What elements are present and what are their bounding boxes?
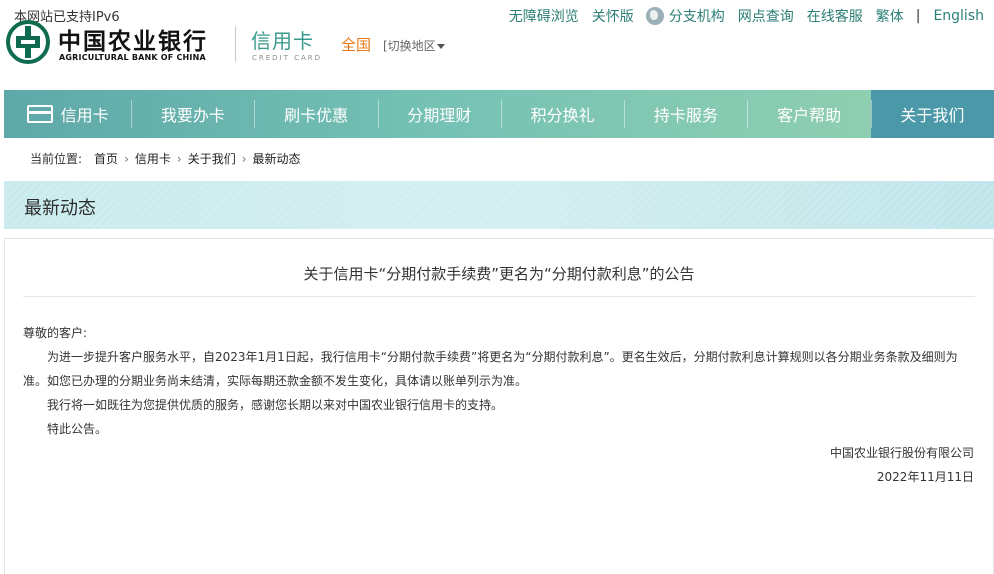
page: 本网站已支持IPv6 中国农业银行 AGRICULTURAL BANK OF C… [0,0,994,574]
top-links: 无障碍浏览 关怀版 分支机构 网点查询 在线客服 繁体 | English [496,6,984,26]
link-separator: | [915,8,921,24]
nav-item-installments[interactable]: 分期理财 [377,90,501,138]
breadcrumb-about-us[interactable]: 关于我们 [188,150,236,167]
caret-down-icon [436,44,445,49]
chevron-right-icon: › [176,151,182,166]
article-date: 2022年11月11日 [876,470,974,484]
nav-item-label: 信用卡 [60,106,109,125]
logo-divider [235,26,236,62]
abc-logo-icon [6,20,50,64]
nav-item-label: 持卡服务 [653,106,718,125]
logo-chinese-name: 中国农业银行 [58,28,208,55]
chevron-right-icon: › [124,151,129,166]
region-switch-label: [切换地区 [383,39,436,53]
nav-item-credit-card[interactable]: 信用卡 [4,90,131,138]
nav-item-label: 关于我们 [900,106,965,125]
breadcrumb-current: 最新动态 [252,152,301,166]
credit-card-icon [26,105,53,123]
care-mode-link[interactable]: 关怀版 [592,6,634,26]
nav-item-customer-help[interactable]: 客户帮助 [747,90,870,138]
breadcrumb-home[interactable]: 首页 [94,150,118,167]
nav-item-label: 分期理财 [407,106,472,125]
credit-card-subtitle: CREDIT CARD [252,54,323,62]
nav-item-points[interactable]: 积分换礼 [500,90,624,138]
outlets-link[interactable]: 网点查询 [738,6,794,26]
title-divider [23,296,975,297]
nav-item-label: 积分换礼 [530,106,595,125]
article-paragraph: 为进一步提升客户服务水平，自2023年1月1日起，我行信用卡“分期付款手续费”将… [23,350,958,388]
credit-card-title: 信用卡 [251,29,314,53]
breadcrumb-label: 当前位置: [30,152,83,166]
article-salutation: 尊敬的客户: [23,326,88,340]
nav-item-label: 客户帮助 [777,106,842,125]
english-link[interactable]: English [933,8,984,24]
nav-item-card-offers[interactable]: 刷卡优惠 [254,90,377,138]
article-signature: 中国农业银行股份有限公司 [829,446,974,460]
main-nav: 信用卡 我要办卡 刷卡优惠 分期理财 积分换礼 持卡服务 客户帮助 关于我们 [4,90,994,138]
section-title: 最新动态 [24,198,96,219]
current-region: 全国 [341,36,372,54]
traditional-chinese-link[interactable]: 繁体 [876,6,904,26]
nav-item-label: 我要办卡 [160,106,225,125]
article-title: 关于信用卡“分期付款手续费”更名为“分期付款利息”的公告 [303,265,695,283]
article-paragraph: 特此公告。 [47,422,108,436]
breadcrumb: 当前位置: 首页 › 信用卡 › 关于我们 › 最新动态 [30,150,301,167]
branches-link[interactable]: 分支机构 [669,6,725,26]
article-body: 尊敬的客户: 为进一步提升客户服务水平，自2023年1月1日起，我行信用卡“分期… [23,321,974,489]
nav-item-label: 刷卡优惠 [284,106,349,125]
article-paragraph: 我行将一如既往为您提供优质的服务，感谢您长期以来对中国农业银行信用卡的支持。 [47,398,504,412]
abc-logo[interactable]: 中国农业银行 AGRICULTURAL BANK OF CHINA 信用卡 CR… [6,20,326,70]
chevron-right-icon: › [241,151,247,166]
breadcrumb-credit-card[interactable]: 信用卡 [135,150,171,167]
region-switch-dropdown[interactable]: [切换地区 [383,37,445,54]
globe-icon [645,7,664,25]
section-header: 最新动态 [4,181,994,229]
article-container: 关于信用卡“分期付款手续费”更名为“分期付款利息”的公告 尊敬的客户: 为进一步… [4,238,994,574]
logo-english-name: AGRICULTURAL BANK OF CHINA [59,53,206,62]
accessible-browse-link[interactable]: 无障碍浏览 [509,6,579,26]
nav-item-about-us[interactable]: 关于我们 [870,90,994,138]
nav-item-apply-card[interactable]: 我要办卡 [131,90,254,138]
online-service-link[interactable]: 在线客服 [807,6,863,26]
nav-item-card-services[interactable]: 持卡服务 [624,90,747,138]
